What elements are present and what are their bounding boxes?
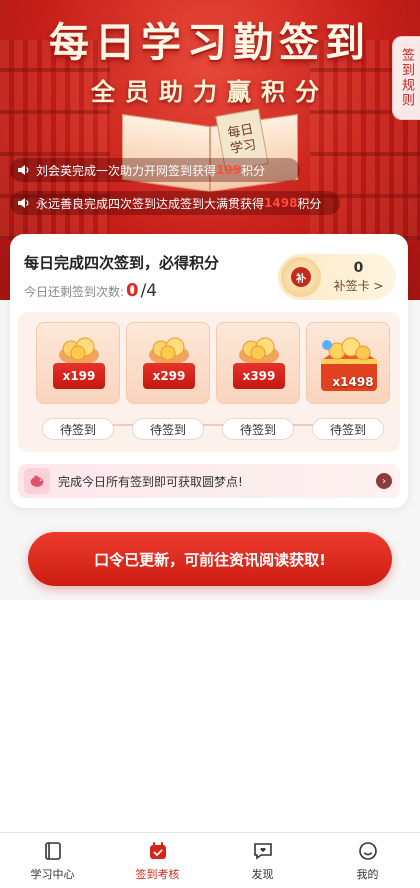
reward-panel: x199 x299 x399 x1498 待签到 待签到 待签到 待签到 (18, 312, 400, 452)
checkin-status-button[interactable]: 待签到 (222, 418, 294, 440)
message-heart-icon (253, 842, 272, 860)
coins-icon (239, 337, 279, 365)
checkin-status-button[interactable]: 待签到 (312, 418, 384, 440)
calendar-check-icon (149, 841, 166, 859)
reward-amount: x399 (233, 363, 285, 389)
nav-item-discover[interactable]: 发现 (210, 833, 315, 888)
checkin-status-button[interactable]: 待签到 (42, 418, 114, 440)
reward-tier-2: x299 (126, 322, 210, 404)
smile-icon (358, 841, 377, 860)
content-area (0, 600, 420, 832)
makeup-card-icon: 补 (281, 257, 321, 297)
speaker-icon (16, 163, 30, 177)
reward-tier-1: x199 (36, 322, 120, 404)
makeup-card-button[interactable]: 补 0 补签卡 > (278, 254, 396, 300)
banner-subtitle: 全员助力赢积分 (91, 77, 329, 106)
remaining-checkins: 今日还剩签到次数: 0 /4 (24, 280, 158, 301)
banner-title: 每日学习勤签到 (49, 19, 371, 66)
checkin-status-button[interactable]: 待签到 (132, 418, 204, 440)
ticker-message: 永远善良完成四次签到达成签到大满贯获得 1498 积分 (10, 191, 340, 215)
checkin-card: 每日完成四次签到，必得积分 今日还剩签到次数: 0 /4 补 0 补签卡 > x… (10, 234, 408, 508)
chevron-right-icon[interactable]: › (376, 473, 392, 489)
coins-icon (149, 337, 189, 365)
makeup-card-count: 0 (353, 260, 364, 276)
remaining-total: /4 (140, 281, 158, 301)
reward-tier-3: x399 (216, 322, 300, 404)
reward-amount: x199 (53, 363, 105, 389)
ticker-message: 刘会英完成一次助力开网签到获得 199 积分 (10, 158, 300, 182)
nav-item-profile[interactable]: 我的 (315, 833, 420, 888)
checkin-title: 每日完成四次签到，必得积分 (24, 254, 220, 272)
remaining-count: 0 (126, 280, 139, 301)
dream-points-hint[interactable]: 完成今日所有签到即可获取圆梦点! › (18, 464, 400, 498)
speaker-icon (16, 196, 30, 210)
rules-tab[interactable]: 签到规则 (392, 36, 420, 120)
piggy-bank-icon (24, 468, 50, 494)
makeup-card-label: 补签卡 > (333, 279, 384, 293)
hint-text: 完成今日所有签到即可获取圆梦点! (58, 474, 243, 489)
book-icon (44, 841, 61, 860)
coins-icon (59, 337, 99, 365)
read-news-button[interactable]: 口令已更新，可前往资讯阅读获取! (28, 532, 392, 586)
reward-tier-4: x1498 (306, 322, 390, 404)
nav-item-learning-center[interactable]: 学习中心 (0, 833, 105, 888)
reward-amount: x299 (143, 363, 195, 389)
bottom-nav: 学习中心 签到考核 发现 我的 (0, 832, 420, 888)
reward-amount: x1498 (332, 375, 374, 389)
nav-item-checkin[interactable]: 签到考核 (105, 833, 210, 888)
